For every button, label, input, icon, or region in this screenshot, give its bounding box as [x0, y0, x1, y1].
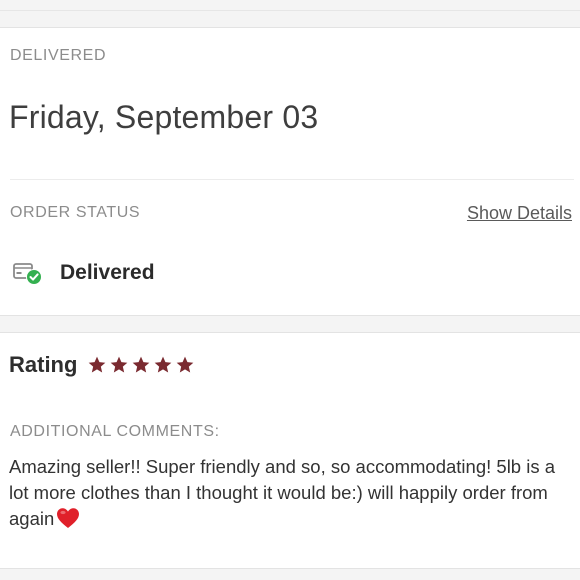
star-icon — [111, 356, 128, 373]
star-icon — [177, 356, 194, 373]
status-text: Delivered — [60, 261, 155, 284]
delivery-date: Friday, September 03 — [9, 99, 319, 135]
star-icon — [133, 356, 150, 373]
section-gap-band — [0, 315, 580, 333]
delivery-card: DELIVERED Friday, September 03 ORDER STA… — [0, 29, 580, 315]
rating-card: Rating ADDITIONAL COMMENTS: Amazing sell… — [0, 334, 580, 568]
top-band — [0, 0, 580, 28]
comment-text: Amazing seller!! Super friendly and so, … — [9, 456, 556, 529]
rating-row: Rating — [9, 352, 195, 378]
top-divider — [0, 10, 580, 11]
delivered-section-label: DELIVERED — [10, 47, 107, 64]
additional-comments-label: ADDITIONAL COMMENTS: — [10, 423, 220, 440]
star-rating — [87, 355, 195, 375]
order-status-label: ORDER STATUS — [10, 204, 141, 221]
package-delivered-check-icon — [12, 258, 46, 288]
star-icon — [89, 356, 106, 373]
show-details-link[interactable]: Show Details — [467, 203, 572, 224]
comment-body: Amazing seller!! Super friendly and so, … — [9, 454, 575, 532]
star-icon — [155, 356, 172, 373]
section-divider — [10, 179, 574, 180]
rating-label: Rating — [9, 352, 78, 377]
bottom-band — [0, 568, 580, 580]
heart-emoji-icon — [55, 506, 81, 530]
status-row: Delivered — [12, 257, 155, 289]
